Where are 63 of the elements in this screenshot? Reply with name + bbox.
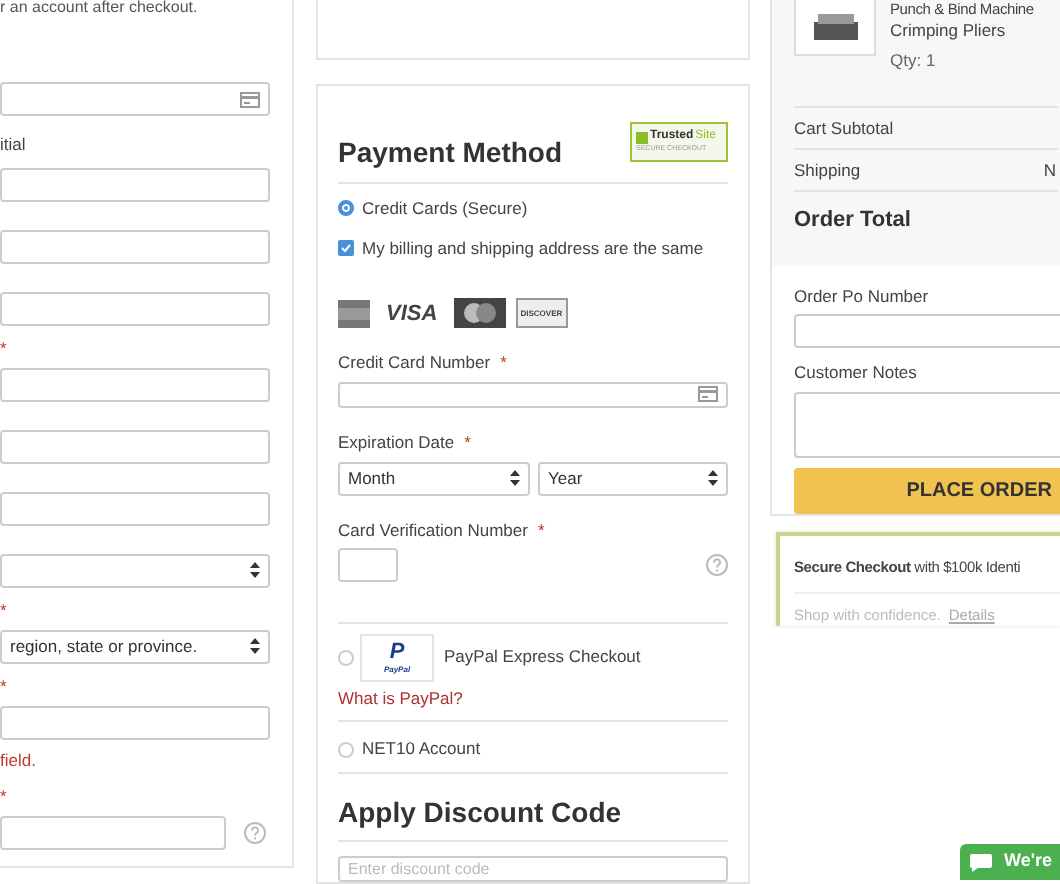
visa-logo: VISA <box>384 299 440 329</box>
input-field[interactable] <box>0 491 270 526</box>
select-arrows-icon <box>510 470 520 487</box>
required-mark: * <box>0 599 9 620</box>
product-name: Crimping Pliers <box>890 20 1008 42</box>
order-total-label: Order Total <box>794 206 913 236</box>
radio-button[interactable] <box>338 200 354 217</box>
input-field[interactable] <box>0 815 226 849</box>
dropdown[interactable]: Month <box>338 461 530 496</box>
error-message: field. <box>0 747 38 773</box>
card-logo-icon <box>338 299 370 328</box>
input-field[interactable] <box>0 429 270 464</box>
summary-label: Cart Subtotal <box>794 115 894 141</box>
required-mark: * <box>0 337 9 358</box>
input-field[interactable] <box>0 291 270 326</box>
chat-bubble-icon <box>970 853 992 871</box>
discount-code-field[interactable]: Enter discount code <box>338 855 728 882</box>
summary-label: Shipping <box>794 157 861 183</box>
input-field[interactable] <box>0 705 270 740</box>
radio-button[interactable] <box>338 650 354 667</box>
card-logo-icon <box>453 298 506 329</box>
input-field[interactable] <box>0 82 270 116</box>
section-title: Payment Method <box>338 134 563 170</box>
input-field[interactable] <box>0 167 270 202</box>
option-label: Credit Cards (Secure) <box>362 196 528 222</box>
option-label: NET10 Account <box>362 736 481 762</box>
required-mark: * <box>537 517 545 543</box>
card-icon <box>698 386 718 403</box>
required-mark: * <box>464 429 471 456</box>
help-icon <box>706 554 728 577</box>
select-arrows-icon <box>708 470 718 487</box>
select-arrows-icon <box>250 562 260 579</box>
field-label: Card Verification Number <box>338 517 528 543</box>
place-order-button[interactable]: PLACE ORDER <box>794 468 1060 514</box>
input-field[interactable] <box>0 367 270 402</box>
input-field[interactable] <box>338 381 728 408</box>
radio-button[interactable] <box>338 741 354 757</box>
summary-value: N <box>1043 157 1056 183</box>
required-mark: * <box>0 785 9 805</box>
dropdown[interactable] <box>0 553 270 588</box>
field-label: itial <box>0 132 28 158</box>
input-field[interactable] <box>794 314 1060 349</box>
field-label: Customer Notes <box>794 360 919 386</box>
checkbox-label: My billing and shipping address are the same <box>362 235 704 261</box>
product-quantity: Qty: 1 <box>890 50 938 72</box>
required-mark: * <box>500 350 507 376</box>
help-icon <box>244 821 266 843</box>
dropdown[interactable]: region, state or province. <box>0 629 270 664</box>
notes-field[interactable] <box>794 392 1060 458</box>
section-title: Apply Discount Code <box>338 793 728 842</box>
input-field[interactable] <box>338 548 398 583</box>
field-label: Order Po Number <box>794 283 931 309</box>
card-icon <box>240 91 260 107</box>
option-label: PayPal Express Checkout <box>444 644 641 670</box>
dropdown[interactable]: Year <box>538 461 728 496</box>
required-mark: * <box>0 675 9 696</box>
select-arrows-icon <box>250 638 260 655</box>
input-field[interactable] <box>0 229 270 264</box>
what-is-paypal-link[interactable]: What is PayPal? <box>338 686 728 723</box>
checkout-note: r an account after checkout. <box>0 0 200 20</box>
checkbox[interactable] <box>338 240 354 257</box>
field-label: Expiration Date <box>338 429 455 456</box>
field-label: Credit Card Number <box>338 350 491 376</box>
